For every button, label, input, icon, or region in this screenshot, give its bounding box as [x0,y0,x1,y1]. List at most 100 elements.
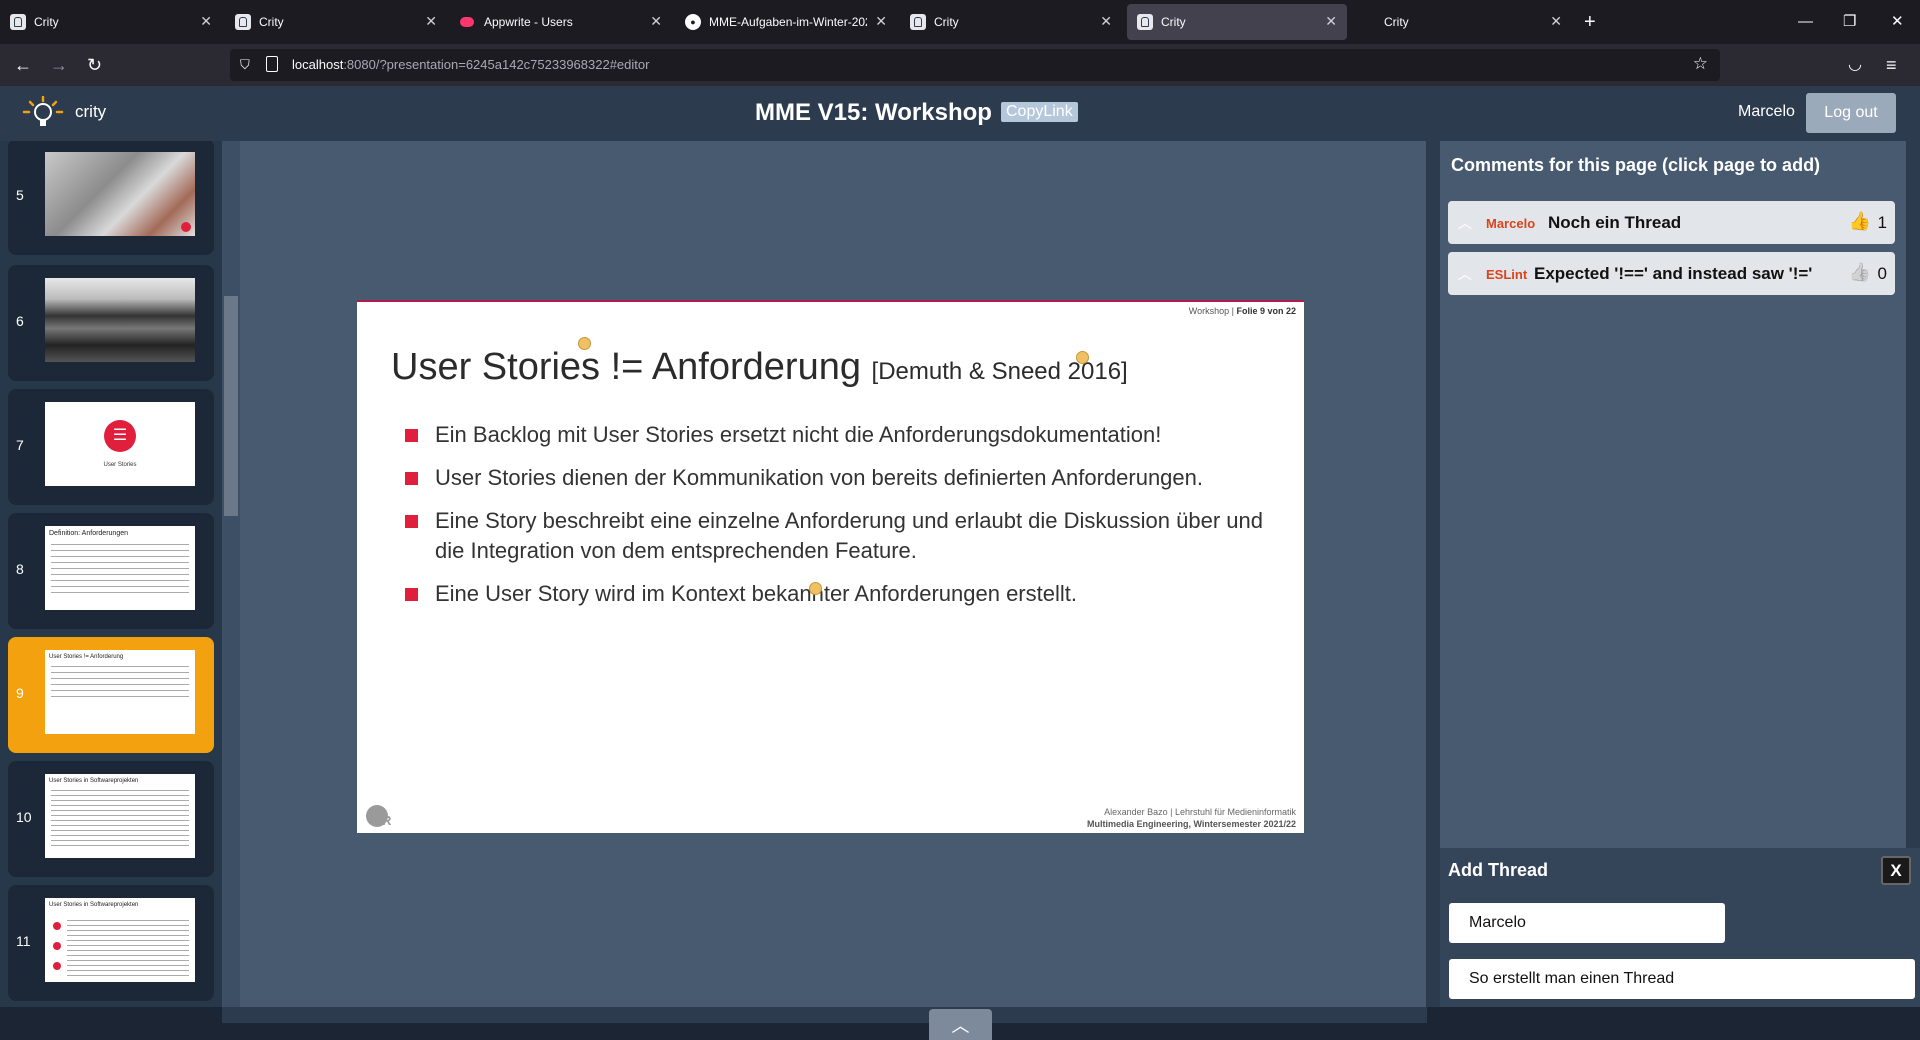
svg-text:R: R [382,813,392,828]
close-tab-icon[interactable]: ✕ [425,13,437,29]
slide-header: Workshop | Folie 9 von 22 [1188,306,1296,316]
thread-text: Noch ein Thread [1548,213,1682,232]
expand-panel-chevron-up-icon[interactable]: ︿ [929,1009,992,1040]
browser-tab[interactable]: Crity ✕ [1350,4,1572,40]
slide-heading: User Stories in Softwareprojekten [49,902,139,908]
copylink-button[interactable]: CopyLink [1001,102,1078,122]
comments-scrollbar[interactable] [1906,141,1920,848]
current-slide[interactable]: Workshop | Folie 9 von 22 User Stories !… [357,300,1304,833]
url-text[interactable]: localhost:8080/?presentation=6245a142c75… [292,57,649,72]
slide-thumbnail-9-active[interactable]: 9 User Stories != Anforderung [8,637,214,753]
tab-title: Crity [934,15,959,29]
thread-author: Marcelo [1486,216,1536,231]
logout-button[interactable]: Log out [1806,93,1896,133]
comment-marker[interactable] [1076,351,1089,364]
add-thread-heading: Add Thread [1448,860,1549,880]
slide-thumbnail-5[interactable]: 5 [8,141,214,255]
slide-number: 6 [16,313,24,329]
slide-thumbnail-6[interactable]: 6 [8,265,214,381]
slide-bullet: Eine User Story wird im Kontext bekannte… [405,579,1285,609]
slide-title: User Stories != Anforderung [Demuth & Sn… [391,346,1128,388]
crity-favicon-icon [235,14,251,30]
new-tab-icon[interactable]: + [1584,10,1596,34]
slide-canvas-area[interactable]: Workshop | Folie 9 von 22 User Stories !… [240,141,1426,1007]
browser-tab-bar: Crity ✕ Crity ✕ Appwrite - Users ✕ ● MME… [0,0,1920,44]
slide-text-thumbnail: User Stories in Softwareprojekten [45,774,195,858]
tab-title: MME-Aufgaben-im-Winter-2021 [709,15,867,29]
tab-title: Appwrite - Users [484,15,573,29]
slide-thumbnail-8[interactable]: 8 Definition: Anforderungen [8,513,214,629]
comment-thread[interactable]: ︿ ESLint Expected '!==' and instead saw … [1448,252,1895,295]
browser-tab[interactable]: Crity ✕ [0,4,222,40]
slide-footer-author: Alexander Bazo | Lehrstuhl für Medieninf… [1104,807,1296,817]
pocket-icon[interactable]: ◡ [1848,53,1862,77]
bookmark-star-icon[interactable]: ☆ [1693,54,1708,74]
crity-favicon-icon [910,14,926,30]
username: Marcelo [1738,103,1795,120]
presentation-title: MME V15: Workshop [755,99,992,126]
like-count: 0 [1877,264,1887,283]
forward-icon[interactable]: → [50,53,68,77]
slide-bullet: User Stories dienen der Kommunikation vo… [405,463,1285,493]
crity-favicon-icon [1137,14,1153,30]
slide-thumbnail-list: 5 6 7 ☰ User Stories 8 Definition: Anfor… [0,141,222,1007]
shield-icon[interactable]: ⛉ [240,57,250,73]
clipboard-icon: ☰ [104,420,136,452]
minimize-icon[interactable]: — [1798,10,1813,34]
menu-icon[interactable]: ≡ [1886,53,1897,77]
slide-number: 8 [16,561,24,577]
browser-tab[interactable]: Crity ✕ [225,4,447,40]
browser-tab[interactable]: Crity ✕ [900,4,1122,40]
slide-heading: User Stories in Softwareprojekten [49,778,139,784]
scrollbar-thumb[interactable] [224,296,238,516]
chevron-up-icon[interactable]: ︿ [1458,213,1472,233]
close-tab-icon[interactable]: ✕ [1100,13,1112,29]
comment-thread[interactable]: ︿ Marcelo Noch ein Thread 👍 1 [1448,201,1895,244]
comment-marker[interactable] [809,582,822,595]
restore-icon[interactable]: ❐ [1843,10,1856,34]
close-window-icon[interactable]: ✕ [1891,10,1904,34]
university-logo-icon: R [366,805,392,828]
comments-heading: Comments for this page (click page to ad… [1451,155,1821,175]
slide-thumbnail-7[interactable]: 7 ☰ User Stories [8,389,214,505]
slide-number: 10 [16,809,32,825]
canvas-horizontal-scrollbar[interactable] [222,1007,1427,1023]
comment-marker[interactable] [578,337,591,350]
close-tab-icon[interactable]: ✕ [1325,13,1337,29]
slide-citation: [Demuth & Sneed 2016] [871,358,1128,385]
chevron-up-icon[interactable]: ︿ [1458,264,1472,284]
slide-number: 11 [16,933,31,949]
comments-panel: Comments for this page (click page to ad… [1440,141,1920,848]
browser-nav-bar: ← → ↻ ⛉ localhost:8080/?presentation=624… [0,44,1920,86]
browser-tab-active[interactable]: Crity ✕ [1127,4,1347,40]
close-tab-icon[interactable]: ✕ [200,13,212,29]
slide-bullet: Eine Story beschreibt eine einzelne Anfo… [405,506,1285,566]
thread-text-input[interactable] [1449,959,1915,999]
thumbs-up-outline-icon[interactable]: 👍 [1849,262,1871,283]
url-bar[interactable]: ⛉ localhost:8080/?presentation=6245a142c… [230,49,1720,81]
close-tab-icon[interactable]: ✕ [650,13,662,29]
slide-text-thumbnail: Definition: Anforderungen [45,526,195,610]
close-tab-icon[interactable]: ✕ [1550,13,1562,29]
slide-number: 9 [16,685,24,701]
close-add-thread-button[interactable]: X [1881,856,1911,885]
add-thread-panel: Add Thread X [1440,848,1920,1007]
slide-footer-course: Multimedia Engineering, Wintersemester 2… [1087,819,1296,829]
close-tab-icon[interactable]: ✕ [875,13,887,29]
slide-text-thumbnail: User Stories != Anforderung [45,650,195,734]
slide-text-thumbnail: User Stories in Softwareprojekten [45,898,195,982]
thread-author-input[interactable] [1449,903,1725,943]
slide-thumbnail-10[interactable]: 10 User Stories in Softwareprojekten [8,761,214,877]
thumbs-up-filled-icon[interactable]: 👍 [1849,211,1871,232]
slide-number: 7 [16,437,24,453]
browser-tab[interactable]: Appwrite - Users ✕ [450,4,672,40]
reload-icon[interactable]: ↻ [87,53,102,77]
canvas-vertical-scrollbar[interactable] [1426,141,1440,1007]
crity-favicon-icon [10,14,26,30]
slide-thumbnail-11[interactable]: 11 User Stories in Softwareprojekten [8,885,214,1001]
slide-heading: User Stories != Anforderung [49,654,124,660]
browser-tab[interactable]: ● MME-Aufgaben-im-Winter-2021 ✕ [675,4,897,40]
tab-title: Crity [34,15,59,29]
back-icon[interactable]: ← [14,53,32,77]
sidebar-scrollbar[interactable] [222,141,240,1007]
